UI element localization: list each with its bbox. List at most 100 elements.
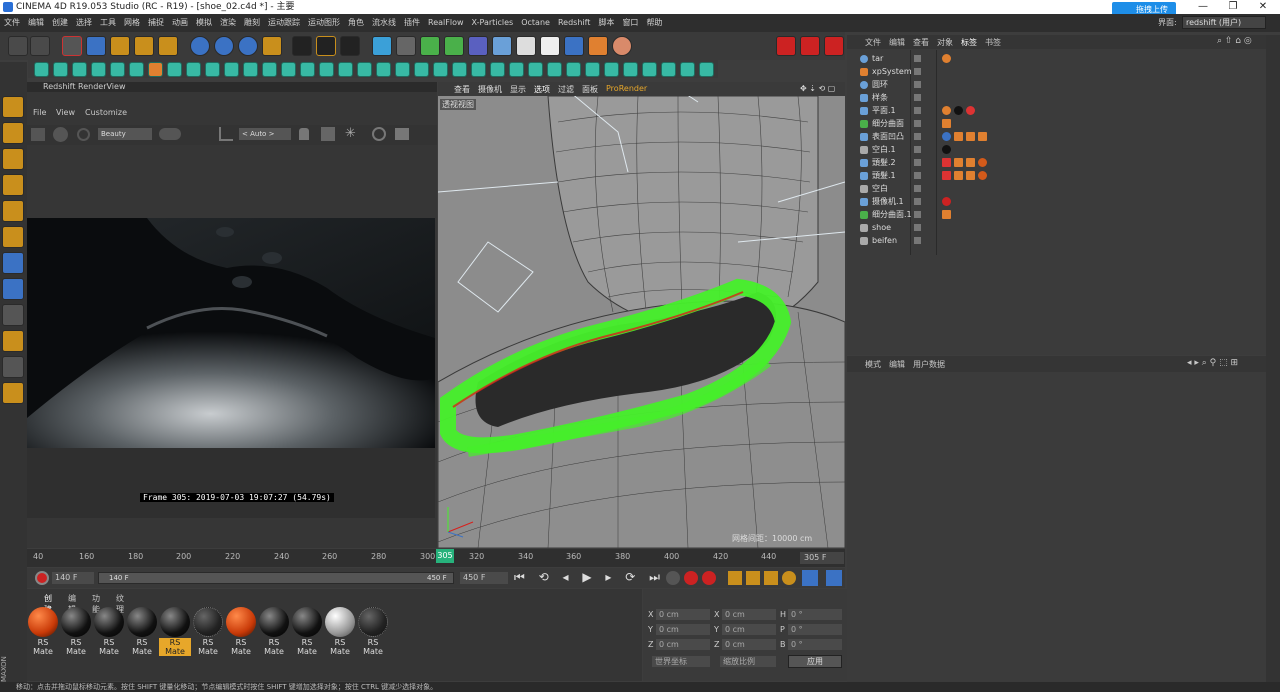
tag-icon[interactable] [942,119,951,128]
xp-tool-28-icon[interactable] [547,62,562,77]
menu-sculpt[interactable]: 雕刻 [240,14,264,32]
xp-tool-13-icon[interactable] [262,62,277,77]
visibility-toggle[interactable] [914,159,921,166]
menu-character[interactable]: 角色 [344,14,368,32]
vp-menu-filter[interactable]: 过滤 [558,84,574,95]
checker-tag-icon[interactable] [978,132,987,141]
om-row-spline[interactable]: 样条 [848,91,1264,104]
xp-tool-29-icon[interactable] [566,62,581,77]
image-icon[interactable] [395,128,409,140]
vp-nav-icon[interactable]: ✥ ⇣ ⟲ ▢ [800,84,835,93]
om-row-camera1[interactable]: 摄像机.1 [848,195,1264,208]
vp-menu-display[interactable]: 显示 [510,84,526,95]
h-rotation-field[interactable]: 0 ° [788,609,842,620]
xp-tool-5-icon[interactable] [110,62,125,77]
visibility-toggle[interactable] [914,146,921,153]
magnet-icon[interactable] [2,330,24,352]
material-tag-icon[interactable] [942,145,951,154]
redshift-material-icon[interactable] [824,36,844,56]
key-param-icon[interactable] [782,571,796,585]
attr-tab-edit[interactable]: 编辑 [889,359,905,370]
om-tab-objects[interactable]: 对象 [937,37,953,48]
xp-tool-36-icon[interactable] [699,62,714,77]
menu-motion-tracking[interactable]: 运动跟踪 [264,14,304,32]
minimize-icon[interactable]: — [1188,0,1218,14]
x-position-field[interactable]: 0 cm [656,609,710,620]
key-rotation-icon[interactable] [764,571,778,585]
visibility-toggle[interactable] [914,224,921,231]
rsv-menu-customize[interactable]: Customize [85,108,127,117]
z-position-field[interactable]: 0 cm [656,639,710,650]
menu-octane[interactable]: Octane [517,14,554,32]
start-frame-field[interactable]: 140 F [52,572,94,584]
visibility-toggle[interactable] [914,81,921,88]
menu-create[interactable]: 创建 [48,14,72,32]
xp-tool-1-icon[interactable] [34,62,49,77]
om-tab-tags[interactable]: 标签 [961,37,977,48]
rsv-menu-file[interactable]: File [33,108,46,117]
redo-icon[interactable] [30,36,50,56]
p-rotation-field[interactable]: 0 ° [788,624,842,635]
xp-tool-30-icon[interactable] [585,62,600,77]
layout-select[interactable]: redshift (用户) [1182,16,1266,29]
attr-tab-userdata[interactable]: 用户数据 [913,359,945,370]
xp-tag-icon[interactable] [942,106,951,115]
xp-tool-22-icon[interactable] [433,62,448,77]
visibility-toggle[interactable] [914,237,921,244]
xp-tool-20-icon[interactable] [395,62,410,77]
xp-tool-23-icon[interactable] [452,62,467,77]
xp-tool-7-icon[interactable] [148,62,163,77]
vp-menu-panel[interactable]: 面板 [582,84,598,95]
menu-mesh[interactable]: 网格 [120,14,144,32]
scale-mode-select[interactable]: 缩放比例 [720,656,776,667]
xp-tool-19-icon[interactable] [376,62,391,77]
material-swatch[interactable] [160,607,190,637]
scale-icon[interactable] [110,36,130,56]
xp-tool-31-icon[interactable] [604,62,619,77]
xp-tool-11-icon[interactable] [224,62,239,77]
model-mode-icon[interactable] [2,96,24,118]
visibility-toggle[interactable] [914,211,921,218]
rs-tag-icon[interactable] [966,106,975,115]
refresh-icon[interactable] [77,128,90,141]
lock-icon[interactable] [299,128,309,140]
xp-tool-18-icon[interactable] [357,62,372,77]
checker-tag-icon[interactable] [954,132,963,141]
x-size-field[interactable]: 0 cm [722,609,776,620]
om-tab-view[interactable]: 查看 [913,37,929,48]
menu-render[interactable]: 渲染 [216,14,240,32]
record-icon[interactable] [35,571,49,585]
render-settings-icon[interactable] [340,36,360,56]
lock-workplane-icon[interactable] [2,356,24,378]
checker-tag-icon[interactable] [966,132,975,141]
checker-tag-icon[interactable] [966,158,975,167]
xp-tool-3-icon[interactable] [72,62,87,77]
tag-icon[interactable] [942,210,951,219]
om-row-hair1[interactable]: 頭髮.1 [848,169,1264,182]
xp-tool-26-icon[interactable] [509,62,524,77]
visibility-toggle[interactable] [914,133,921,140]
workplane-icon[interactable] [2,148,24,170]
xp-tool-34-icon[interactable] [661,62,676,77]
menu-tools[interactable]: 工具 [96,14,120,32]
menu-snap[interactable]: 捕捉 [144,14,168,32]
aov-select[interactable]: Beauty [98,128,152,140]
rs-tag-icon[interactable] [942,171,951,180]
crop-icon[interactable] [219,127,233,141]
menu-mograph[interactable]: 运动图形 [304,14,344,32]
current-frame-field[interactable]: 305 F [800,552,844,564]
tweak-mode-icon[interactable] [2,278,24,300]
key-scale-icon[interactable] [746,571,760,585]
z-axis-icon[interactable] [238,36,258,56]
xp-tool-17-icon[interactable] [338,62,353,77]
pen-icon[interactable] [396,36,416,56]
material-swatch[interactable] [325,607,355,637]
vp-menu-options[interactable]: 选项 [534,84,550,95]
menu-window[interactable]: 窗口 [618,14,642,32]
xp-tool-8-icon[interactable] [167,62,182,77]
b-rotation-field[interactable]: 0 ° [788,639,842,650]
xparticles-emitter-icon[interactable] [564,36,584,56]
material-swatch[interactable] [292,607,322,637]
xp-tool-16-icon[interactable] [319,62,334,77]
y-axis-icon[interactable] [214,36,234,56]
